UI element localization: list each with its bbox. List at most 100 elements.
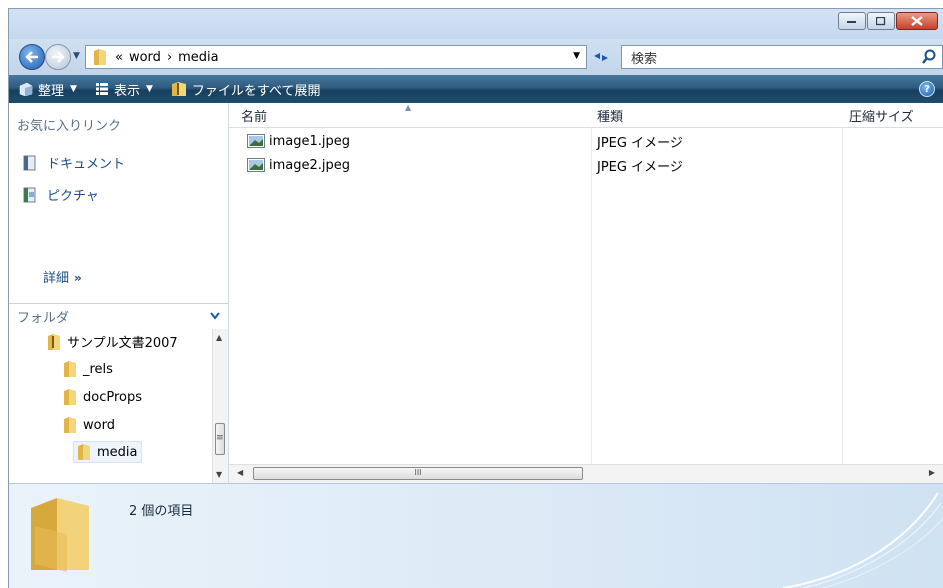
back-arrow-icon [25, 51, 38, 63]
zip-folder-icon [48, 333, 60, 350]
organize-icon [19, 82, 33, 96]
column-header-compressed-size[interactable]: 圧縮サイズ [849, 103, 914, 127]
folder-large-icon [31, 498, 89, 572]
tree-item-sample-doc[interactable]: サンプル文書2007 [47, 332, 178, 351]
decorative-swoosh [782, 492, 943, 588]
item-count: 2 個の項目 [129, 504, 194, 519]
explorer-window: ▼ « word › media ▼ 検索 整理 ▼ 表示 ▼ ファイルをすべて… [8, 8, 943, 588]
address-bar[interactable]: « word › media ▼ [85, 45, 587, 69]
zip-folder-icon [171, 82, 186, 96]
extract-all-button[interactable]: ファイルをすべて展開 [171, 80, 321, 99]
scroll-right-icon[interactable]: ▶ [929, 468, 935, 477]
tree-item-media[interactable]: media [73, 441, 142, 463]
scrollbar-grip: ≡ [216, 433, 224, 443]
search-box[interactable]: 検索 [621, 45, 943, 69]
file-row[interactable]: image1.jpeg JPEG イメージ [229, 130, 683, 152]
file-name: image2.jpeg [269, 157, 351, 173]
folder-tree: サンプル文書2007 _rels docProps word media [9, 329, 212, 483]
forward-button[interactable] [45, 44, 71, 70]
tree-item-word[interactable]: word [63, 416, 115, 434]
help-icon: ? [924, 83, 930, 95]
tree-item-label: docProps [83, 389, 143, 405]
tree-item-rels[interactable]: _rels [63, 360, 113, 378]
file-type: JPEG イメージ [597, 159, 683, 175]
favorite-links-heading: お気に入りリンク [17, 119, 122, 134]
file-list-horizontal-scrollbar[interactable]: ◀ III ▶ [229, 464, 943, 483]
minimize-icon [847, 21, 856, 23]
organize-menu[interactable]: 整理 ▼ [19, 80, 77, 99]
folder-icon [64, 389, 76, 405]
folders-heading: フォルダ [17, 311, 70, 326]
tree-item-label: サンプル文書2007 [67, 336, 178, 351]
pictures-icon [23, 187, 36, 202]
scrollbar-thumb[interactable]: III [253, 467, 583, 480]
folder-icon [78, 444, 90, 460]
chevron-down-icon[interactable] [210, 310, 220, 323]
favorite-link-pictures[interactable]: ピクチャ [23, 185, 99, 204]
scroll-left-icon[interactable]: ◀ [237, 468, 243, 477]
window-controls [837, 12, 938, 30]
views-dropdown-icon: ▼ [145, 84, 153, 94]
tree-item-docprops[interactable]: docProps [63, 388, 142, 406]
forward-arrow-icon [52, 51, 65, 63]
close-button[interactable] [896, 12, 938, 30]
favorite-link-label: ピクチャ [47, 189, 99, 204]
column-header-type[interactable]: 種類 [597, 103, 623, 127]
refresh-button[interactable] [589, 45, 613, 69]
file-list-pane: 名前 ▲ 種類 圧縮サイズ image1.jpeg JPEG イメージ imag… [229, 103, 943, 483]
minimize-button[interactable] [838, 12, 866, 30]
column-divider [842, 127, 843, 483]
refresh-icon [594, 53, 608, 61]
address-dropdown-icon[interactable]: ▼ [573, 51, 580, 61]
scroll-up-icon[interactable]: ▲ [216, 333, 222, 342]
file-name: image1.jpeg [269, 133, 351, 149]
details-pane: 2 個の項目 [9, 483, 943, 588]
more-links-button[interactable]: 詳細 » [43, 267, 82, 286]
folder-icon [64, 417, 76, 433]
folder-tree-scrollbar[interactable]: ▲ ≡ ▼ [212, 329, 228, 483]
column-size-label: 圧縮サイズ [849, 109, 914, 125]
organize-dropdown-icon: ▼ [70, 84, 77, 94]
breadcrumb-separator[interactable]: › [167, 50, 172, 65]
search-placeholder: 検索 [631, 51, 658, 67]
column-divider [591, 127, 592, 483]
navigation-pane: お気に入りリンク ドキュメント ピクチャ 詳細 » フォルダ サンプル文書2007 [9, 103, 229, 483]
breadcrumb-overflow[interactable]: « [115, 50, 123, 65]
scrollbar-thumb[interactable]: ≡ [215, 423, 225, 455]
maximize-icon [876, 16, 886, 25]
breadcrumb-media[interactable]: media [178, 50, 219, 65]
search-icon[interactable] [922, 49, 936, 65]
command-bar: 整理 ▼ 表示 ▼ ファイルをすべて展開 ? [9, 75, 943, 103]
tree-item-label: media [97, 444, 138, 460]
views-label: 表示 [113, 83, 140, 99]
folder-icon [64, 361, 76, 377]
chevron-double-right-icon: » [74, 271, 82, 285]
scrollbar-grip: III [414, 468, 422, 477]
recent-pages-dropdown[interactable]: ▼ [73, 51, 80, 61]
column-header-name[interactable]: 名前 [241, 103, 267, 127]
close-icon [911, 16, 923, 26]
column-name-label: 名前 [241, 109, 268, 125]
breadcrumb-word[interactable]: word [129, 50, 161, 65]
image-file-icon [247, 158, 265, 172]
views-icon [95, 83, 108, 95]
favorite-link-documents[interactable]: ドキュメント [23, 153, 125, 172]
scroll-down-icon[interactable]: ▼ [216, 470, 222, 479]
sort-ascending-icon: ▲ [405, 103, 412, 112]
documents-icon [23, 155, 36, 170]
extract-all-label: ファイルをすべて展開 [191, 83, 321, 99]
navigation-bar: ▼ « word › media ▼ 検索 [9, 39, 943, 75]
tree-item-label: word [83, 417, 115, 433]
back-button[interactable] [19, 44, 45, 70]
favorite-link-label: ドキュメント [47, 157, 126, 172]
maximize-button[interactable] [867, 12, 895, 30]
title-bar[interactable] [9, 9, 943, 39]
breadcrumb: « word › media [115, 50, 219, 65]
folders-header[interactable]: フォルダ [9, 303, 228, 329]
column-header-row: 名前 ▲ 種類 圧縮サイズ [229, 103, 943, 128]
views-menu[interactable]: 表示 ▼ [95, 80, 153, 99]
help-button[interactable]: ? [919, 81, 935, 97]
tree-item-label: _rels [83, 361, 113, 377]
file-row[interactable]: image2.jpeg JPEG イメージ [229, 154, 683, 176]
image-file-icon [247, 134, 265, 148]
